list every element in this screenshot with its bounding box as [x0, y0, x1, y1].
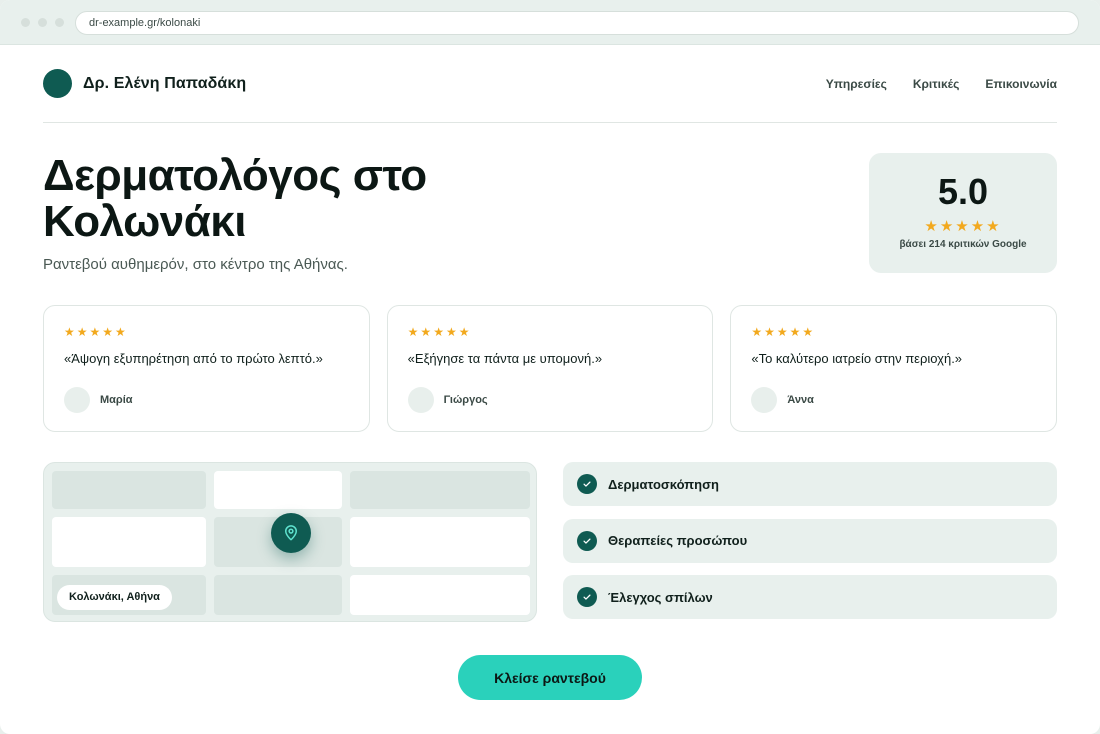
map-block [52, 471, 206, 509]
window-maximize-dot[interactable] [55, 18, 64, 27]
logo-circle-icon [43, 69, 72, 98]
window-controls [21, 18, 64, 27]
window-close-dot[interactable] [21, 18, 30, 27]
book-appointment-button[interactable]: Κλείσε ραντεβού [458, 655, 642, 700]
reviewer: Μαρία [64, 387, 133, 413]
map-block [350, 471, 530, 509]
review-stars-icon: ★★★★★ [407, 325, 472, 339]
hero-subtitle: Ραντεβού αυθημερόν, στο κέντρο της Αθήνα… [43, 256, 348, 273]
service-item: Έλεγχος σπίλων [563, 575, 1057, 619]
reviewer: Άννα [751, 387, 814, 413]
map-block [350, 517, 530, 567]
nav-link-contact[interactable]: Επικοινωνία [985, 77, 1057, 91]
browser-chrome: dr-example.gr/kolonaki [0, 0, 1100, 45]
rating-score: 5.0 [937, 171, 989, 212]
avatar [751, 387, 778, 413]
check-icon [577, 530, 597, 551]
map-pin-icon[interactable] [271, 513, 311, 553]
map-block [350, 575, 530, 615]
review-stars-icon: ★★★★★ [64, 325, 128, 339]
avatar [64, 387, 90, 413]
map-location-label: Κολωνάκι, Αθήνα [57, 585, 172, 610]
check-icon [577, 474, 597, 494]
reviewer: Γιώργος [407, 387, 488, 413]
page-content: Δρ. Ελένη Παπαδάκη Υπηρεσίες Κριτικές Επ… [0, 45, 1100, 700]
review-quote: «Εξήγησε τα πάντα με υπομονή.» [407, 351, 603, 366]
review-card: ★★★★★ «Εξήγησε τα πάντα με υπομονή.» Γιώ… [386, 305, 714, 432]
service-label: Θεραπείες προσώπου [608, 533, 748, 548]
brand[interactable]: Δρ. Ελένη Παπαδάκη [43, 69, 246, 98]
lower-section: Κολωνάκι, Αθήνα Δερματοσκόπηση Θεραπείες… [43, 462, 1057, 700]
service-item: Θεραπείες προσώπου [563, 518, 1057, 563]
window-minimize-dot[interactable] [38, 18, 47, 27]
reviews-row: ★★★★★ «Άψογη εξυπηρέτηση από το πρώτο λε… [43, 305, 1058, 432]
review-card: ★★★★★ «Άψογη εξυπηρέτηση από το πρώτο λε… [43, 305, 370, 432]
avatar [407, 387, 434, 413]
services-list: Δερματοσκόπηση Θεραπείες προσώπου Έλεγχο… [563, 462, 1057, 632]
review-stars-icon: ★★★★★ [751, 325, 816, 339]
map-block [214, 575, 342, 615]
rating-stars-icon: ★★★★★ [924, 218, 1002, 235]
rating-note: βάσει 214 κριτικών Google [899, 239, 1027, 250]
reviewer-name: Μαρία [100, 394, 133, 406]
reviewer-name: Άννα [787, 394, 814, 406]
top-navigation: Δρ. Ελένη Παπαδάκη Υπηρεσίες Κριτικές Επ… [43, 45, 1057, 123]
nav-links: Υπηρεσίες Κριτικές Επικοινωνία [826, 77, 1057, 91]
rating-card: 5.0 ★★★★★ βάσει 214 κριτικών Google [869, 153, 1057, 273]
nav-link-reviews[interactable]: Κριτικές [913, 77, 959, 91]
service-label: Δερματοσκόπηση [608, 476, 719, 492]
map-block [52, 517, 206, 567]
service-label: Έλεγχος σπίλων [608, 589, 713, 605]
nav-link-services[interactable]: Υπηρεσίες [826, 77, 887, 91]
review-quote: «Το καλύτερο ιατρείο στην περιοχή.» [751, 351, 963, 366]
map-widget[interactable]: Κολωνάκι, Αθήνα [43, 462, 537, 622]
reviewer-name: Γιώργος [443, 394, 488, 406]
hero-section: Δερματολόγος στο Κολωνάκι Ραντεβού αυθημ… [43, 123, 1057, 305]
map-block [214, 471, 342, 509]
brand-name: Δρ. Ελένη Παπαδάκη [83, 74, 247, 92]
service-item: Δερματοσκόπηση [563, 462, 1057, 506]
browser-window: dr-example.gr/kolonaki Δρ. Ελένη Παπαδάκ… [0, 0, 1100, 734]
review-quote: «Άψογη εξυπηρέτηση από το πρώτο λεπτό.» [64, 351, 323, 366]
address-bar[interactable]: dr-example.gr/kolonaki [75, 11, 1079, 35]
check-icon [577, 587, 597, 607]
page-title: Δερματολόγος στο Κολωνάκι [43, 151, 427, 246]
review-card: ★★★★★ «Το καλύτερο ιατρείο στην περιοχή.… [730, 305, 1058, 432]
